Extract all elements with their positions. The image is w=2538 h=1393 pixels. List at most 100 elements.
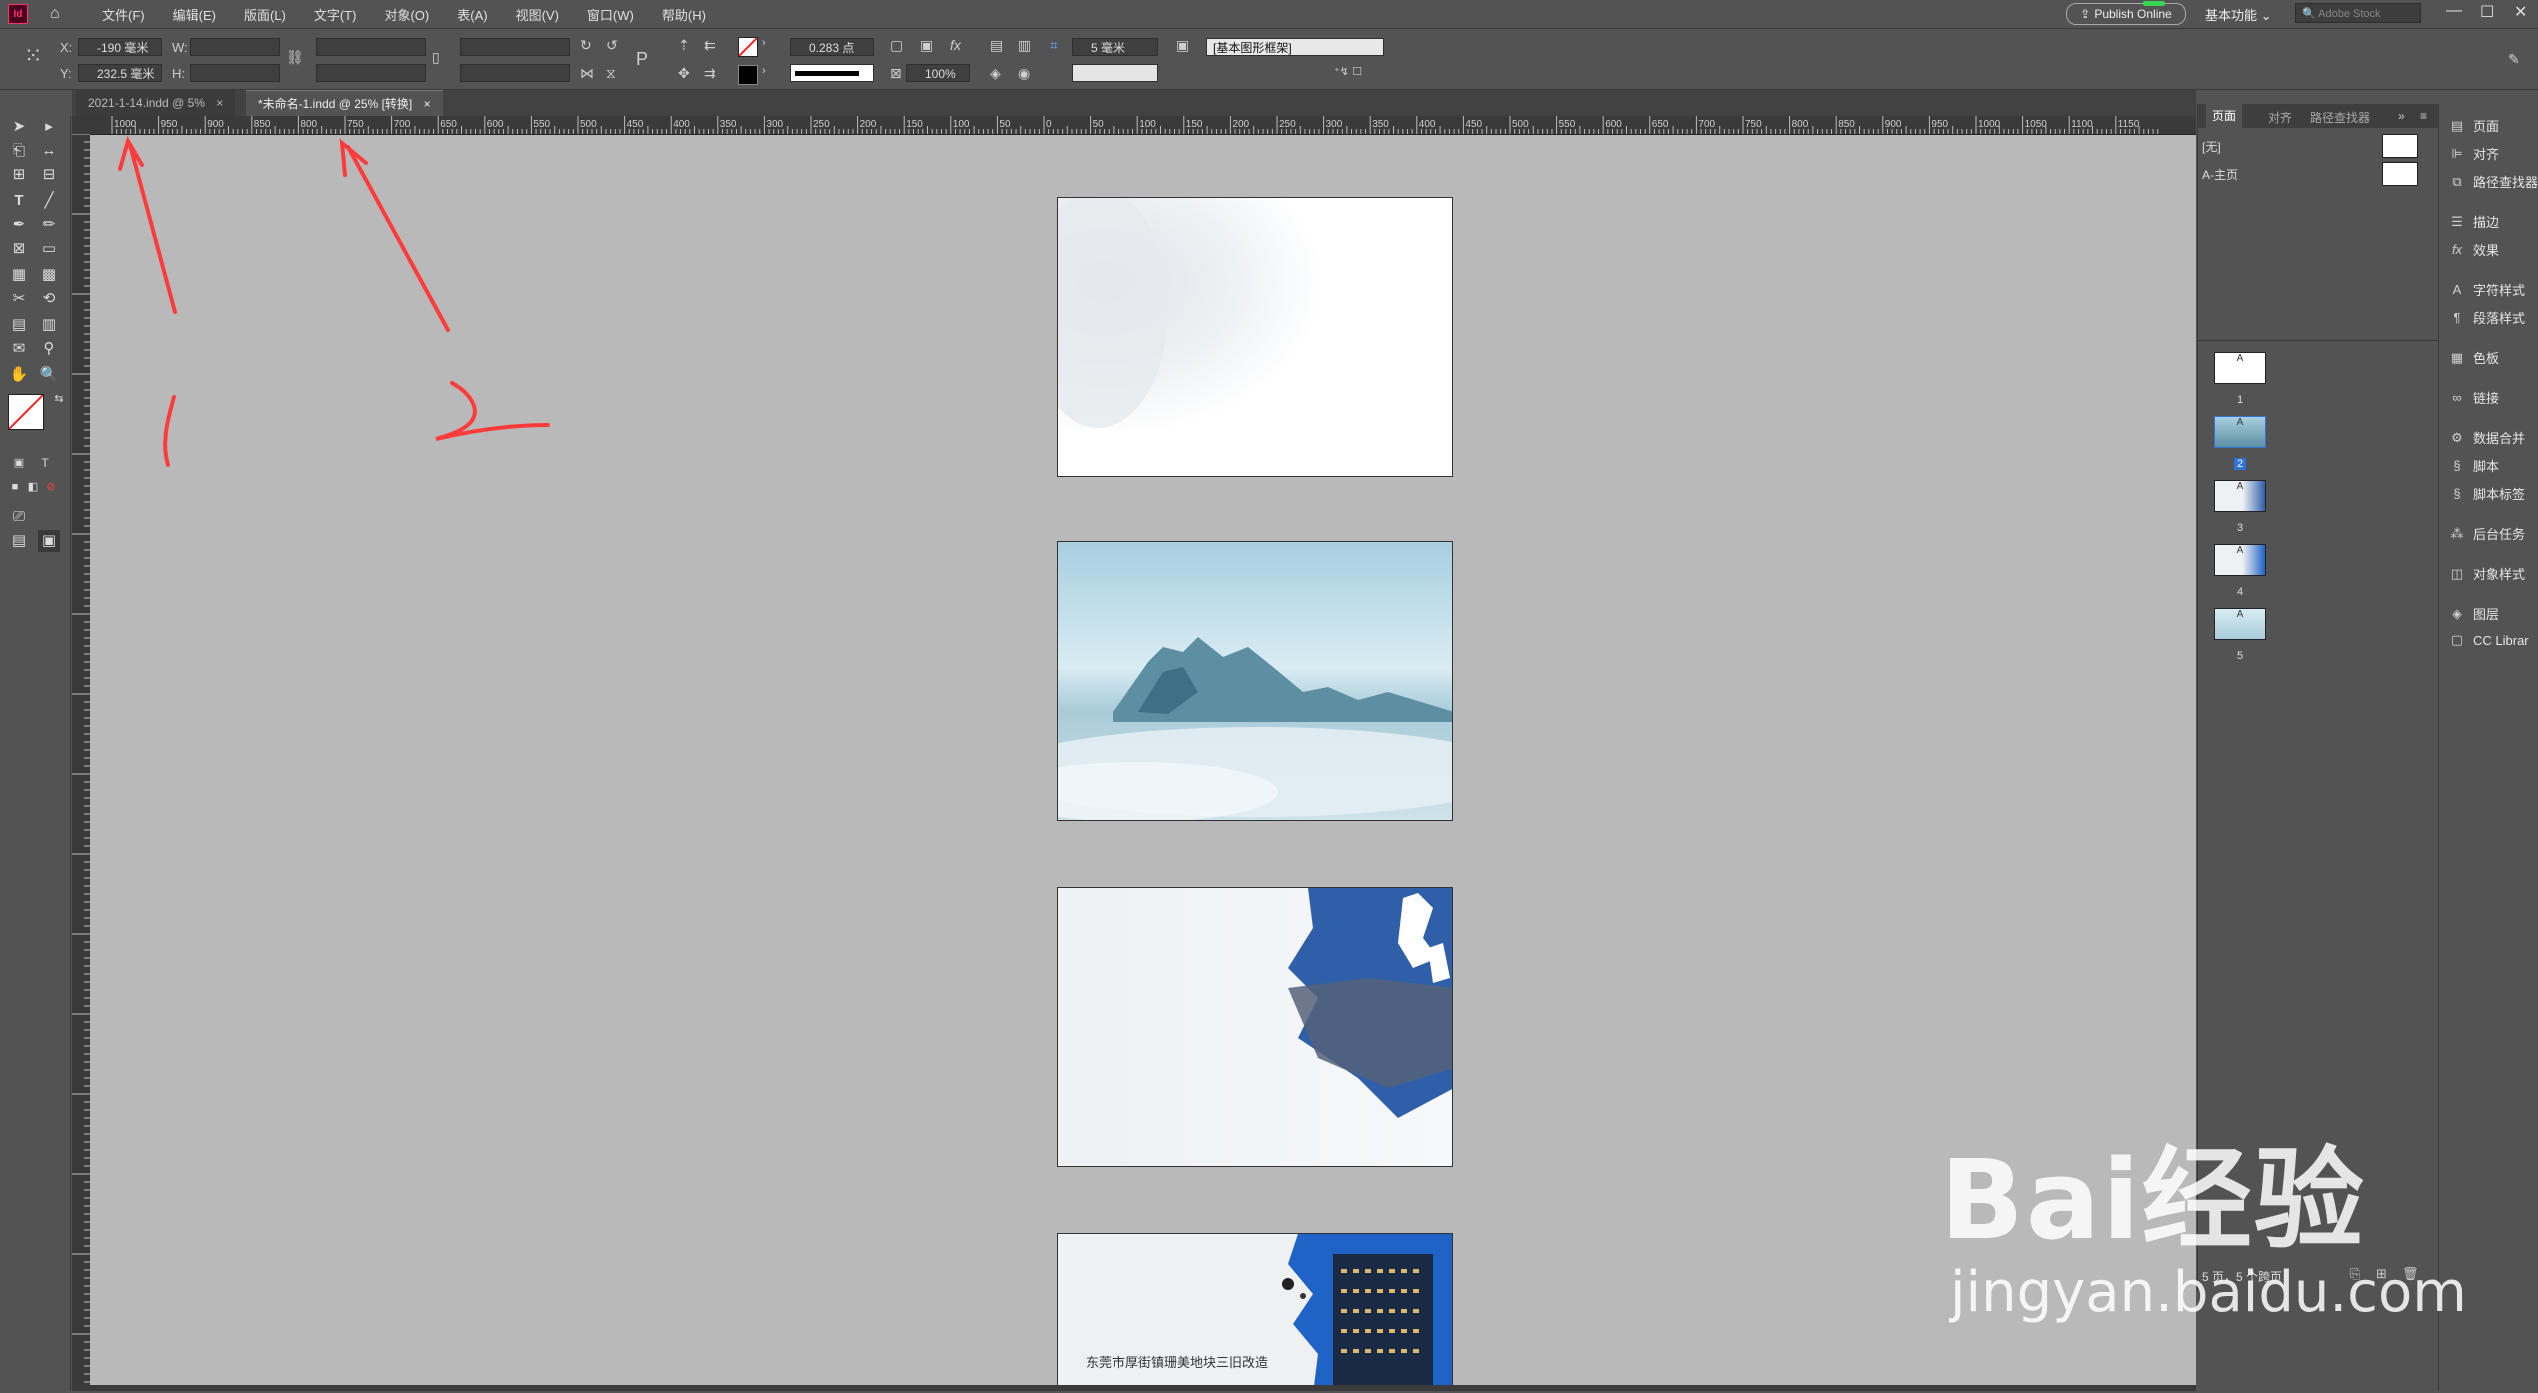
select-container-icon[interactable]: ⇡	[678, 37, 690, 54]
page-thumb-3[interactable]: A	[2214, 480, 2266, 512]
rectangle-tool-icon[interactable]: ▭	[38, 238, 60, 260]
content-placer-icon[interactable]: ⊟	[38, 164, 60, 186]
corner-size-field[interactable]: 5 毫米	[1072, 38, 1158, 56]
menu-edit[interactable]: 编辑(E)	[159, 5, 230, 24]
shear-field[interactable]	[460, 64, 570, 82]
scale-y-field[interactable]	[316, 64, 426, 82]
dock-background-tasks[interactable]: ⁂ 后台任务	[2449, 524, 2526, 543]
shadow-icon[interactable]: ▣	[920, 37, 933, 54]
apply-none-icon[interactable]: ⊘	[40, 476, 62, 498]
dock-pathfinder[interactable]: ⧉ 路径查找器	[2449, 172, 2538, 191]
dock-cc-libraries[interactable]: ▢ CC Librar	[2449, 632, 2529, 648]
document-canvas[interactable]: 东莞市厚街镇珊美地块三旧改造	[90, 135, 2196, 1385]
collapse-panel-icon[interactable]: »	[2398, 109, 2405, 123]
master-a[interactable]: A-主页	[2202, 166, 2238, 183]
gradient-swatch-tool-icon[interactable]: ▤	[8, 314, 30, 336]
flip-vertical-icon[interactable]: ⧖	[606, 65, 616, 82]
page-thumb-5[interactable]: A	[2214, 608, 2266, 640]
fx-icon[interactable]: fx	[950, 37, 961, 53]
select-next-icon[interactable]: ⇉	[704, 65, 716, 82]
maximize-icon[interactable]: ☐	[2480, 2, 2494, 22]
pen-tool-icon[interactable]: ✒	[8, 214, 30, 236]
menu-type[interactable]: 文字(T)	[300, 5, 371, 24]
clear-overrides-icon[interactable]: ⁺↯ ☐	[1334, 65, 1362, 78]
align-distribute-icon[interactable]: ◉	[1018, 65, 1030, 82]
menu-object[interactable]: 对象(O)	[370, 5, 443, 24]
master-none[interactable]: [无]	[2202, 138, 2221, 155]
stroke-menu-chevron-icon[interactable]: ›	[762, 65, 766, 77]
rectangle-frame-tool-icon[interactable]: ⊠	[8, 238, 30, 260]
width-field[interactable]	[190, 38, 280, 56]
stroke-swatch[interactable]	[738, 65, 758, 85]
selection-tool-icon[interactable]: ➤	[8, 116, 30, 138]
document-page-2[interactable]	[1057, 541, 1453, 821]
gap-tool-icon[interactable]: ↔	[38, 140, 60, 162]
menu-help[interactable]: 帮助(H)	[648, 5, 720, 24]
hand-tool-icon[interactable]: ✋	[8, 364, 30, 386]
page-thumb-2[interactable]: A	[2214, 416, 2266, 448]
format-container-icon[interactable]: ▣	[8, 452, 30, 474]
close-window-icon[interactable]: ✕	[2514, 2, 2527, 22]
dock-links[interactable]: ∞ 链接	[2449, 388, 2499, 407]
text-wrap-none-icon[interactable]: ▤	[990, 37, 1003, 54]
close-tab-icon[interactable]: ×	[216, 96, 223, 110]
stroke-type-dropdown[interactable]	[790, 64, 874, 82]
tab-document-2[interactable]: *未命名-1.indd @ 25% [转换] ×	[246, 90, 443, 117]
select-previous-icon[interactable]: ⇇	[704, 37, 716, 54]
select-content-icon[interactable]: ✥	[678, 65, 690, 82]
screen-mode-icon[interactable]: ⎚	[8, 506, 30, 528]
zoom-tool-icon[interactable]: 🔍	[38, 364, 60, 386]
horizontal-ruler[interactable]: 1000 950 900 850 800 750 700 650 600 550 500 450 400…	[72, 116, 2196, 135]
tab-pages[interactable]: 页面	[2206, 104, 2243, 128]
preview-view-icon[interactable]: ▣	[38, 530, 60, 552]
ruler-origin[interactable]	[72, 116, 90, 134]
corner-options-icon[interactable]: ⌗	[1050, 37, 1058, 54]
dock-character-styles[interactable]: A 字符样式	[2449, 280, 2525, 299]
menu-view[interactable]: 视图(V)	[502, 5, 573, 24]
height-field[interactable]	[190, 64, 280, 82]
minimize-icon[interactable]: —	[2446, 2, 2462, 20]
tab-align[interactable]: 对齐	[2268, 109, 2292, 126]
corner-shape-dropdown[interactable]	[1072, 64, 1158, 82]
scissors-tool-icon[interactable]: ✂	[8, 288, 30, 310]
align-center-icon[interactable]: ◈	[990, 65, 1001, 82]
drop-shadow-icon[interactable]: ▢	[890, 37, 903, 54]
page-tool-icon[interactable]: ⎗	[8, 140, 30, 162]
rotate-cw-icon[interactable]: ↻	[580, 37, 592, 54]
reference-point-icon[interactable]: ⁙	[24, 43, 42, 69]
menu-file[interactable]: 文件(F)	[88, 5, 159, 24]
rotation-field[interactable]	[460, 38, 570, 56]
menu-layout[interactable]: 版面(L)	[230, 5, 300, 24]
document-page-4[interactable]: 东莞市厚街镇珊美地块三旧改造	[1057, 1233, 1453, 1385]
menu-window[interactable]: 窗口(W)	[573, 5, 648, 24]
dock-layers[interactable]: ◈ 图层	[2449, 604, 2499, 623]
scale-x-field[interactable]	[316, 38, 426, 56]
close-tab-icon[interactable]: ×	[424, 97, 431, 111]
x-position-field[interactable]: -190 毫米	[78, 38, 162, 56]
master-none-thumb[interactable]	[2382, 134, 2418, 158]
document-page-3[interactable]	[1057, 887, 1453, 1167]
y-position-field[interactable]: 232.5 毫米	[78, 64, 162, 82]
dock-effects[interactable]: fx 效果	[2449, 240, 2499, 259]
dock-object-styles[interactable]: ◫ 对象样式	[2449, 564, 2525, 583]
free-transform-tool-icon[interactable]: ⟲	[38, 288, 60, 310]
control-panel-menu-icon[interactable]: ✎	[2508, 51, 2520, 68]
tab-pathfinder[interactable]: 路径查找器	[2310, 109, 2370, 126]
normal-view-icon[interactable]: ▤	[8, 530, 30, 552]
table-tool-icon[interactable]: ▦	[8, 264, 30, 286]
flip-horizontal-icon[interactable]: ⋈	[580, 65, 594, 82]
object-style-dropdown[interactable]: [基本图形框架]	[1206, 38, 1384, 56]
dock-stroke[interactable]: ☰ 描边	[2449, 212, 2499, 231]
document-page-1[interactable]	[1057, 197, 1453, 477]
panel-menu-icon[interactable]: ≡	[2420, 109, 2427, 123]
rotate-ccw-icon[interactable]: ↺	[606, 37, 618, 54]
dock-pages[interactable]: ▤ 页面	[2449, 116, 2499, 135]
pencil-tool-icon[interactable]: ✏	[38, 214, 60, 236]
content-collector-icon[interactable]: ⊞	[8, 164, 30, 186]
text-wrap-bbox-icon[interactable]: ▥	[1018, 37, 1031, 54]
eyedropper-tool-icon[interactable]: ⚲	[38, 338, 60, 360]
direct-selection-tool-icon[interactable]: ▸	[38, 116, 60, 138]
adobe-stock-search[interactable]: 🔍 Adobe Stock	[2295, 3, 2421, 23]
type-tool-icon[interactable]: T	[8, 190, 30, 212]
dock-script-label[interactable]: § 脚本标签	[2449, 484, 2525, 503]
